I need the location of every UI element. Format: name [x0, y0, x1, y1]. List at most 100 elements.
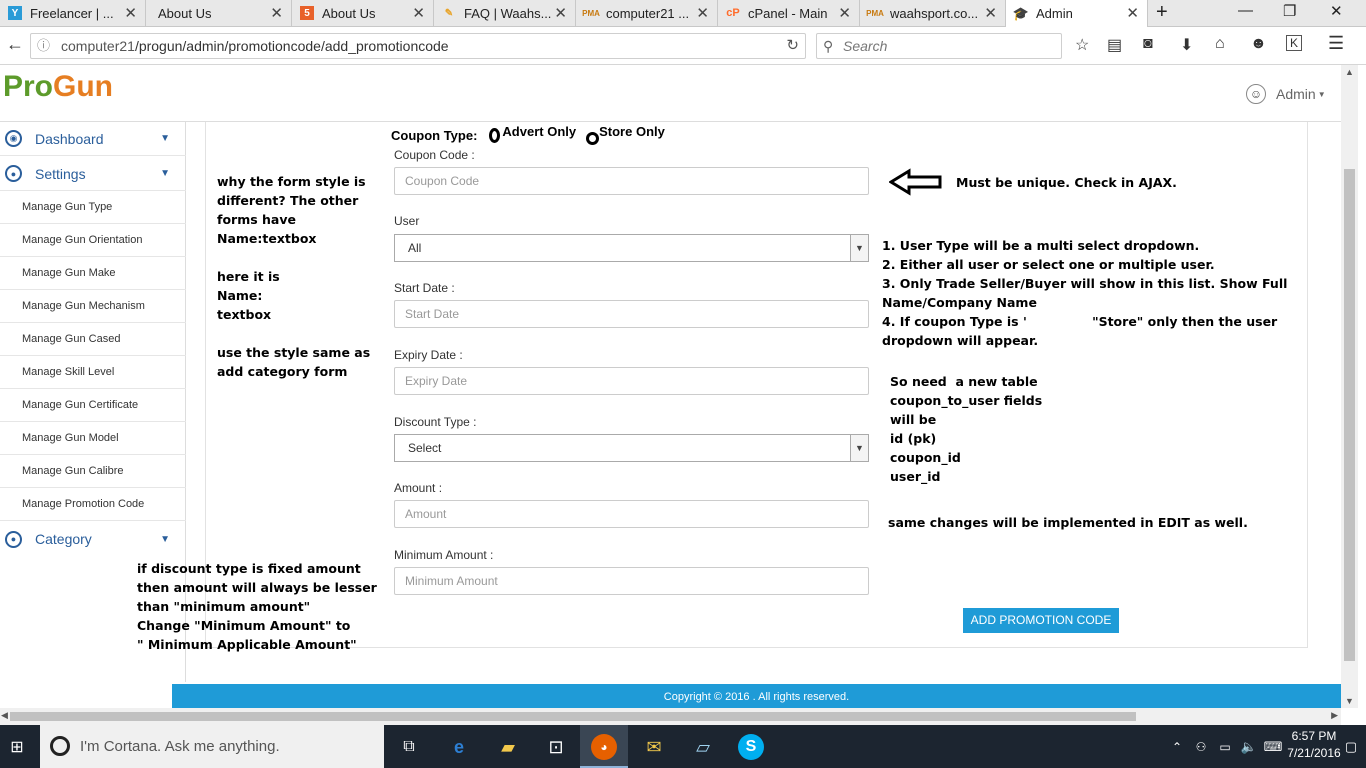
start-date-input[interactable]: Start Date — [394, 300, 869, 328]
pocket-icon[interactable]: ◙ — [1143, 35, 1153, 53]
sidebar-subitem[interactable]: Manage Promotion Code — [0, 488, 186, 521]
sidebar-subitem[interactable]: Manage Gun Make — [0, 257, 186, 290]
sidebar-subitem[interactable]: Manage Skill Level — [0, 356, 186, 389]
tab-freelancer[interactable]: Y Freelancer | ... ✕ — [0, 0, 146, 26]
tab-admin[interactable]: 🎓 Admin ✕ — [1006, 0, 1148, 27]
amount-input[interactable]: Amount — [394, 500, 869, 528]
scroll-down-icon[interactable]: ▼ — [1345, 696, 1354, 706]
admin-menu[interactable]: ☺ Admin ▼ — [1246, 84, 1326, 104]
close-icon[interactable]: ✕ — [412, 4, 425, 22]
window-close-icon[interactable]: ✕ — [1330, 2, 1343, 20]
clock-date: 7/21/2016 — [1287, 746, 1341, 760]
user-select[interactable]: All ▼ — [394, 234, 869, 262]
pma-icon: PMA — [866, 8, 884, 18]
sidebar-item-category[interactable]: ● Category ▼ — [0, 522, 186, 556]
tab-label: Admin — [1036, 6, 1073, 21]
skype-icon[interactable]: S — [738, 734, 764, 760]
close-icon[interactable]: ✕ — [984, 4, 997, 22]
sidebar-subitem[interactable]: Manage Gun Cased — [0, 323, 186, 356]
vertical-scrollbar[interactable]: ▲ ▼ — [1341, 65, 1358, 708]
scroll-right-icon[interactable]: ▶ — [1331, 710, 1338, 721]
download-icon[interactable]: ⬇ — [1180, 35, 1193, 55]
radio-advert-only[interactable] — [489, 127, 501, 143]
sidebar-subitem[interactable]: Manage Gun Certificate — [0, 389, 186, 422]
scroll-left-icon[interactable]: ◀ — [1, 710, 8, 721]
minimize-icon[interactable]: — — [1238, 2, 1253, 19]
coupon-code-input[interactable]: Coupon Code — [394, 167, 869, 195]
sidebar-subitem[interactable]: Manage Gun Mechanism — [0, 290, 186, 323]
info-icon[interactable]: ⓘ — [37, 34, 50, 58]
people-icon[interactable]: ⚇ — [1188, 734, 1214, 760]
reload-icon[interactable]: ↻ — [786, 34, 799, 58]
windows-start-icon[interactable]: ⊞ — [4, 734, 30, 760]
menu-icon[interactable]: ☰ — [1328, 33, 1344, 54]
expiry-date-input[interactable]: Expiry Date — [394, 367, 869, 395]
file-explorer-icon[interactable]: ▰ — [495, 734, 521, 760]
radio-label: Store Only — [599, 123, 665, 139]
show-hidden-icons[interactable]: ⌃ — [1164, 734, 1190, 760]
firefox-icon[interactable]: ◕ — [591, 734, 617, 760]
sidebar-item-settings[interactable]: ● Settings ▼ — [0, 157, 186, 191]
add-promotion-code-button[interactable]: ADD PROMOTION CODE — [963, 608, 1119, 633]
user-icon: ● — [5, 165, 22, 182]
extension-icon[interactable]: K — [1286, 35, 1303, 51]
new-tab-button[interactable]: + — [1156, 1, 1168, 24]
user-label: User — [394, 214, 420, 228]
back-arrow-icon[interactable]: ← — [6, 34, 24, 55]
home-icon[interactable]: ⌂ — [1215, 35, 1225, 53]
task-view-icon[interactable]: ⧉ — [396, 734, 422, 760]
maximize-icon[interactable]: ❐ — [1283, 2, 1296, 20]
sidebar-subitem[interactable]: Manage Gun Model — [0, 422, 186, 455]
horizontal-scrollbar[interactable]: ◀ ▶ — [0, 708, 1341, 725]
tab-waahsport[interactable]: PMA waahsport.co... ✕ — [860, 0, 1006, 26]
cortana-placeholder: I'm Cortana. Ask me anything. — [80, 738, 280, 755]
store-icon[interactable]: ⊡ — [543, 734, 569, 760]
close-icon[interactable]: ✕ — [1126, 4, 1139, 22]
sidebar-subitem[interactable]: Manage Gun Calibre — [0, 455, 186, 488]
tab-about-us[interactable]: About Us ✕ — [146, 0, 292, 26]
tab-computer21[interactable]: PMA computer21 ... ✕ — [576, 0, 718, 26]
minimum-amount-input[interactable]: Minimum Amount — [394, 567, 869, 595]
annotation-unique: Must be unique. Check in AJAX. — [956, 175, 1177, 190]
sidebar-item-dashboard[interactable]: ◉ Dashboard ▼ — [0, 122, 186, 156]
caret-down-icon: ▼ — [160, 133, 170, 144]
scrollbar-thumb[interactable] — [10, 712, 1136, 721]
archive-icon[interactable]: ✉ — [641, 734, 667, 760]
network-icon[interactable]: ▭ — [1212, 734, 1238, 760]
url-host: computer21 — [61, 38, 135, 54]
scrollbar-thumb[interactable] — [1344, 169, 1355, 661]
radio-store-only[interactable] — [586, 131, 600, 145]
close-icon[interactable]: ✕ — [696, 4, 709, 22]
volume-icon[interactable]: 🔈 — [1236, 734, 1262, 760]
caret-down-icon: ▼ — [160, 168, 170, 179]
coupon-code-label: Coupon Code : — [394, 148, 475, 162]
keyboard-icon[interactable]: ⌨ — [1260, 734, 1286, 760]
notifications-icon[interactable]: ▢ — [1338, 734, 1364, 760]
sidebar-subitem[interactable]: Manage Gun Type — [0, 191, 186, 224]
url-bar[interactable]: ⓘ computer21/progun/admin/promotioncode/… — [30, 33, 806, 59]
tab-faq[interactable]: ✎ FAQ | Waahs... ✕ — [434, 0, 576, 26]
close-icon[interactable]: ✕ — [838, 4, 851, 22]
chat-icon[interactable]: ☻ — [1250, 35, 1267, 53]
edge-icon[interactable]: e — [446, 734, 472, 760]
cortana-search[interactable]: I'm Cortana. Ask me anything. — [40, 725, 384, 768]
close-icon[interactable]: ✕ — [270, 4, 283, 22]
notepad-icon[interactable]: ▱ — [690, 734, 716, 760]
tab-cpanel[interactable]: cP cPanel - Main ✕ — [718, 0, 860, 26]
brand-logo[interactable]: ProGun — [3, 70, 113, 104]
scroll-up-icon[interactable]: ▲ — [1345, 67, 1354, 77]
bookmark-star-icon[interactable]: ☆ — [1075, 35, 1089, 55]
cpanel-icon: cP — [726, 7, 740, 19]
sidebar-subitem[interactable]: Manage Gun Orientation — [0, 224, 186, 257]
sidebar-item-label: Dashboard — [35, 130, 104, 147]
tab-about-us-2[interactable]: 5 About Us ✕ — [292, 0, 434, 26]
search-icon: ⚲ — [823, 38, 834, 54]
clock[interactable]: 6:57 PM 7/21/2016 — [1286, 728, 1342, 762]
discount-type-select[interactable]: Select ▼ — [394, 434, 869, 462]
url-path: /progun/admin/promotioncode/add_promotio… — [134, 38, 449, 54]
reading-list-icon[interactable]: ▤ — [1107, 35, 1122, 55]
close-icon[interactable]: ✕ — [554, 4, 567, 22]
search-input[interactable]: ⚲ Search — [816, 33, 1062, 59]
close-icon[interactable]: ✕ — [124, 4, 137, 22]
sidebar-item-label: Category — [35, 531, 92, 547]
